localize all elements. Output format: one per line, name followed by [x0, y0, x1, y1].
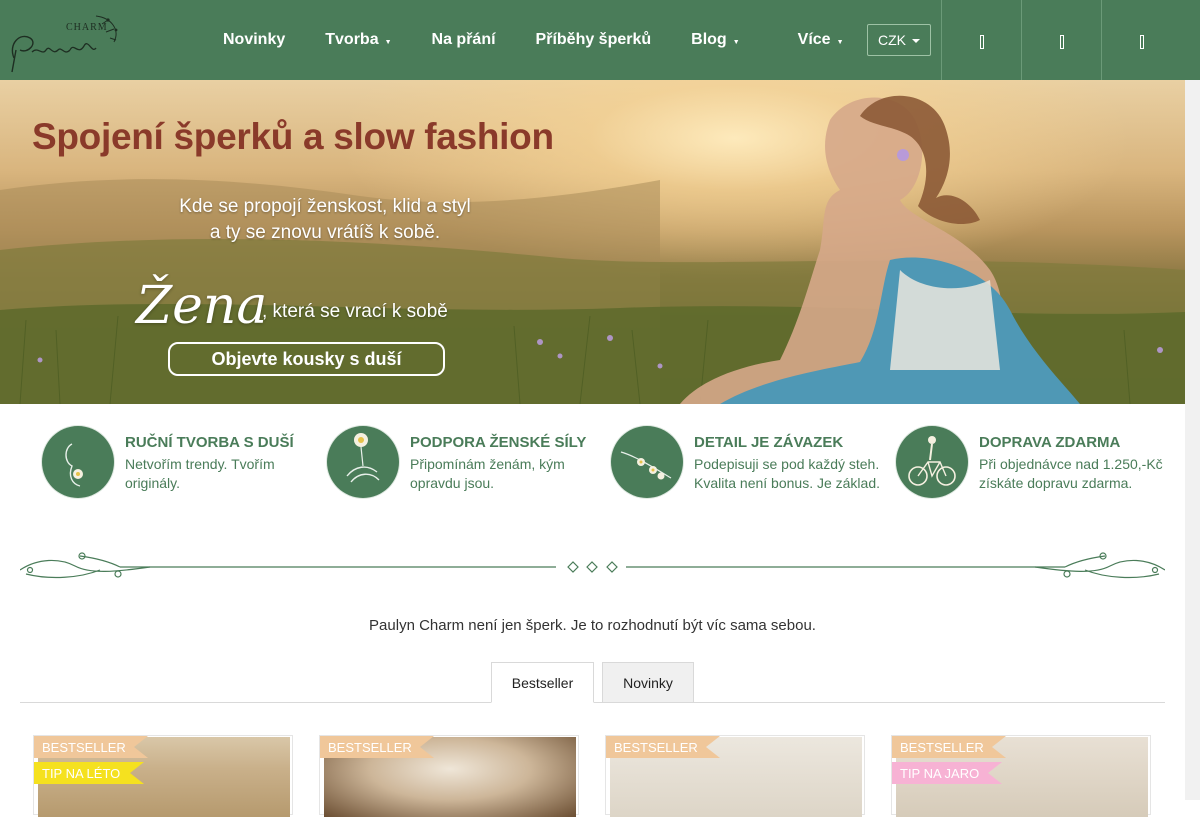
- nav-label: Příběhy šperků: [535, 31, 652, 48]
- feature-item: DOPRAVA ZDARMA Při objednávce nad 1.250,…: [896, 426, 1171, 501]
- chevron-down-icon: ▼: [836, 38, 844, 46]
- hero-subtitle: Kde se propojí ženskost, klid a styl a t…: [145, 194, 505, 246]
- feature-title: PODPORA ŽENSKÉ SÍLY: [410, 434, 587, 451]
- hero-banner[interactable]: Spojení šperků a slow fashion Kde se pro…: [0, 80, 1185, 404]
- search-icon: [979, 35, 984, 49]
- bestseller-flag: BESTSELLER: [320, 736, 434, 758]
- ornament-divider: [20, 552, 1165, 579]
- woman-flower-icon: [42, 426, 114, 498]
- feature-title: RUČNÍ TVORBA S DUŠÍ: [125, 434, 294, 451]
- page-scrollbar[interactable]: [1185, 80, 1200, 800]
- bicycle-icon: [896, 426, 968, 498]
- nav-item-pribehy-sperku[interactable]: Příběhy šperků: [516, 0, 672, 80]
- summer-tip-flag: TIP NA LÉTO: [34, 762, 144, 784]
- feature-text: Podepisuji se pod každý steh. Kvalita ne…: [694, 456, 881, 491]
- hero-subtitle-line: Kde se propojí ženskost, klid a styl: [179, 196, 471, 217]
- feature-item: DETAIL JE ZÁVAZEK Podepisuji se pod každ…: [611, 426, 886, 501]
- nav-label: Tvorba: [325, 31, 379, 48]
- nav-item-blog[interactable]: Blog ▼: [671, 0, 759, 80]
- feature-title: DETAIL JE ZÁVAZEK: [694, 434, 844, 451]
- chevron-down-icon: ▼: [732, 38, 740, 46]
- nav-item-na-prani[interactable]: Na přání: [412, 0, 516, 80]
- feature-item: RUČNÍ TVORBA S DUŠÍ Netvořím trendy. Tvo…: [42, 426, 317, 501]
- nav-label: Na přání: [431, 31, 496, 48]
- bestseller-flag: BESTSELLER: [892, 736, 1006, 758]
- flower-chain-icon: [611, 426, 683, 498]
- feature-text: Netvořím trendy. Tvořím originály.: [125, 456, 275, 491]
- hero-script-tail: , která se vrací k sobě: [262, 301, 448, 322]
- logo-graphic: [11, 15, 118, 73]
- feature-item: PODPORA ŽENSKÉ SÍLY Připomínám ženám, ký…: [327, 426, 602, 501]
- currency-value: CZK: [878, 32, 906, 48]
- nav-label: Novinky: [223, 31, 286, 48]
- feature-title: DOPRAVA ZDARMA: [979, 434, 1121, 451]
- nav-item-tvorba[interactable]: Tvorba ▼: [305, 0, 411, 80]
- user-icon: [1059, 35, 1064, 49]
- search-button[interactable]: [941, 0, 1021, 80]
- tab-bestseller[interactable]: Bestseller: [491, 662, 594, 703]
- product-card[interactable]: BESTSELLER: [605, 735, 865, 817]
- tagline: Paulyn Charm není jen šperk. Je to rozho…: [369, 617, 816, 634]
- feature-text: Při objednávce nad 1.250,-Kč získáte dop…: [979, 456, 1163, 491]
- spring-tip-flag: TIP NA JARO: [892, 762, 1002, 784]
- cart-icon: [1139, 35, 1144, 49]
- caret-down-icon: [912, 39, 920, 43]
- nav-item-vice[interactable]: Více ▼: [778, 0, 864, 80]
- feature-text: Připomínám ženám, kým opravdu jsou.: [410, 456, 565, 491]
- hero-title: Spojení šperků a slow fashion: [32, 116, 554, 157]
- hero-subtitle-line: a ty se znovu vrátíš k sobě.: [209, 222, 441, 243]
- currency-select[interactable]: CZK: [867, 24, 931, 56]
- site-header: CHARM Novinky Tvorba ▼ Na přání Příběhy š…: [0, 0, 1200, 80]
- hero-cta-button[interactable]: Objevte kousky s duší: [168, 342, 445, 376]
- hero-script-word: Žena: [136, 276, 268, 336]
- nav-item-novinky[interactable]: Novinky: [203, 0, 305, 80]
- product-card[interactable]: BESTSELLER TIP NA LÉTO: [33, 735, 293, 817]
- tab-novinky[interactable]: Novinky: [602, 662, 694, 703]
- nav-label: Blog: [691, 31, 727, 48]
- features-strip: RUČNÍ TVORBA S DUŠÍ Netvořím trendy. Tvo…: [0, 404, 1200, 519]
- cart-button[interactable]: [1101, 0, 1181, 80]
- brand-sub: CHARM: [66, 22, 108, 33]
- product-card[interactable]: BESTSELLER: [319, 735, 579, 817]
- account-button[interactable]: [1021, 0, 1101, 80]
- hands-daisy-icon: [327, 426, 399, 498]
- product-card[interactable]: BESTSELLER TIP NA JARO: [891, 735, 1151, 817]
- chevron-down-icon: ▼: [384, 38, 392, 46]
- bestseller-flag: BESTSELLER: [34, 736, 148, 758]
- main-nav: Novinky Tvorba ▼ Na přání Příběhy šperků …: [203, 0, 864, 80]
- nav-label: Více: [797, 31, 831, 48]
- bestseller-flag: BESTSELLER: [606, 736, 720, 758]
- brand-logo[interactable]: CHARM: [2, 6, 127, 74]
